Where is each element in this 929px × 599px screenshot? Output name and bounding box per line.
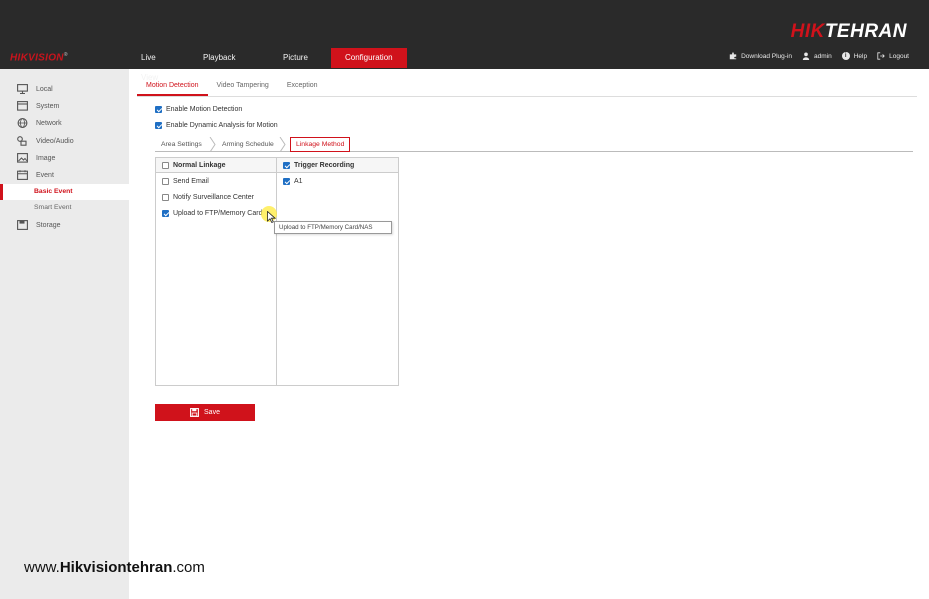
normal-linkage-header-label: Normal Linkage	[173, 161, 226, 169]
enable-dynamic-analysis-option: Enable Dynamic Analysis for Motion	[155, 122, 278, 129]
channel-a1-label: A1	[294, 178, 303, 185]
subtab-linkage-method[interactable]: Linkage Method	[290, 137, 351, 152]
download-plugin-label: Download Plug-in	[741, 52, 793, 60]
upload-ftp-option: Upload to FTP/Memory Card	[162, 210, 262, 217]
notify-surveillance-option: Notify Surveillance Center	[162, 194, 254, 201]
subtab-linkage-method-label: Linkage Method	[296, 141, 345, 148]
send-email-option: Send Email	[162, 178, 209, 185]
sidebar-item-label: System	[36, 102, 60, 110]
tab-exception[interactable]: Exception	[278, 77, 327, 96]
nav-live-view[interactable]: Live View	[127, 48, 189, 82]
sidebar-item-label: Image	[36, 154, 56, 162]
image-icon	[17, 153, 28, 163]
normal-linkage-header: Normal Linkage	[156, 158, 276, 173]
system-icon	[17, 101, 28, 111]
top-right-menu: Download Plug-in admin i Help Logout	[729, 52, 909, 60]
subtab-arming-schedule-label: Arming Schedule	[222, 141, 274, 148]
upload-ftp-label: Upload to FTP/Memory Card	[173, 210, 263, 217]
website-watermark: www.Hikvisiontehran.com	[24, 559, 205, 576]
user-link[interactable]: admin	[802, 52, 832, 60]
sidebar-item-video-audio[interactable]: Video/Audio	[17, 136, 74, 146]
help-label: Help	[853, 52, 868, 60]
subtab-arming-schedule[interactable]: Arming Schedule	[222, 137, 274, 152]
sidebar-item-local[interactable]: Local	[17, 84, 53, 94]
logo-registered-mark: ®	[63, 52, 68, 58]
website-suffix: .com	[172, 559, 205, 576]
trigger-recording-header: Trigger Recording	[277, 158, 398, 173]
linkage-panel: Normal Linkage Send Email Notify Surveil…	[155, 157, 399, 386]
sidebar-item-label: Event	[36, 171, 54, 179]
send-email-label: Send Email	[173, 178, 209, 185]
enable-motion-detection-option: Enable Motion Detection	[155, 106, 242, 113]
upload-ftp-tooltip: Upload to FTP/Memory Card/NAS	[274, 221, 392, 234]
calendar-icon	[17, 170, 28, 180]
website-prefix: www.	[24, 559, 60, 576]
trigger-recording-column: Trigger Recording A1	[277, 158, 398, 385]
floppy-disk-icon	[190, 408, 199, 417]
event-tabs: Motion Detection Video Tampering Excepti…	[137, 77, 917, 97]
enable-motion-detection-checkbox[interactable]	[155, 106, 162, 113]
sidebar-item-label: Network	[36, 119, 62, 127]
watermark-hik: HIK	[790, 21, 825, 42]
channel-a1-checkbox[interactable]	[283, 178, 290, 185]
logout-icon	[877, 52, 885, 60]
download-plugin-link[interactable]: Download Plug-in	[729, 52, 792, 60]
nav-playback[interactable]: Playback	[189, 48, 269, 68]
globe-icon	[17, 118, 28, 128]
trigger-recording-select-all-checkbox[interactable]	[283, 161, 290, 169]
notify-surveillance-checkbox[interactable]	[162, 194, 169, 201]
tab-motion-detection[interactable]: Motion Detection	[137, 77, 208, 96]
sidebar-item-image[interactable]: Image	[17, 153, 55, 163]
enable-motion-detection-label: Enable Motion Detection	[166, 106, 243, 113]
user-icon	[802, 52, 810, 60]
notify-surveillance-label: Notify Surveillance Center	[173, 194, 254, 201]
main-nav: Live View Playback Picture Configuration	[127, 48, 407, 82]
subtab-separator-chevron	[209, 137, 216, 152]
video-audio-icon	[17, 136, 27, 146]
monitor-icon	[17, 84, 28, 94]
subtab-separator-chevron	[279, 137, 286, 152]
logout-label: Logout	[889, 52, 909, 60]
upload-ftp-checkbox[interactable]	[162, 210, 169, 217]
sidebar-item-label: Local	[36, 85, 53, 93]
logout-link[interactable]: Logout	[877, 52, 909, 60]
channel-a1-option: A1	[283, 178, 303, 185]
sidebar-item-label: Video/Audio	[36, 137, 74, 145]
sidebar-item-network[interactable]: Network	[17, 118, 62, 128]
hiktehran-watermark: HIKTEHRAN	[791, 21, 907, 43]
normal-linkage-select-all-checkbox[interactable]	[162, 161, 169, 169]
logo-text: HIKVISION	[10, 52, 64, 64]
send-email-checkbox[interactable]	[162, 178, 169, 185]
sidebar-item-system[interactable]: System	[17, 101, 59, 111]
sidebar-sub-smart-event[interactable]: Smart Event	[0, 200, 129, 216]
normal-linkage-column: Normal Linkage Send Email Notify Surveil…	[156, 158, 277, 385]
puzzle-icon	[729, 52, 737, 60]
hikvision-logo: HIKVISION®	[10, 52, 68, 63]
website-name: Hikvisiontehran	[59, 559, 173, 576]
help-link[interactable]: i Help	[841, 52, 868, 60]
nav-picture[interactable]: Picture	[269, 48, 327, 68]
subtab-area-settings-label: Area Settings	[161, 141, 202, 148]
settings-subtabs: Area Settings Arming Schedule Linkage Me…	[155, 137, 913, 152]
save-button[interactable]: Save	[155, 404, 255, 421]
top-bar: HIKTEHRAN HIKVISION® Live View Playback …	[0, 0, 929, 82]
sidebar-item-event[interactable]: Event	[17, 170, 54, 180]
enable-dynamic-analysis-label: Enable Dynamic Analysis for Motion	[166, 122, 278, 129]
info-icon: i	[841, 52, 850, 60]
user-label: admin	[814, 52, 832, 60]
storage-icon	[17, 220, 28, 230]
sidebar	[0, 69, 129, 599]
trigger-recording-header-label: Trigger Recording	[294, 161, 355, 169]
nav-configuration[interactable]: Configuration	[331, 48, 407, 68]
sidebar-sub-basic-event[interactable]: Basic Event	[0, 184, 129, 200]
subtab-area-settings[interactable]: Area Settings	[161, 137, 202, 152]
sidebar-item-storage[interactable]: Storage	[17, 220, 61, 230]
enable-dynamic-analysis-checkbox[interactable]	[155, 122, 162, 129]
tab-video-tampering[interactable]: Video Tampering	[208, 77, 278, 96]
sidebar-item-label: Storage	[36, 221, 61, 229]
save-button-label: Save	[204, 409, 220, 416]
watermark-tehran: TEHRAN	[824, 21, 907, 42]
